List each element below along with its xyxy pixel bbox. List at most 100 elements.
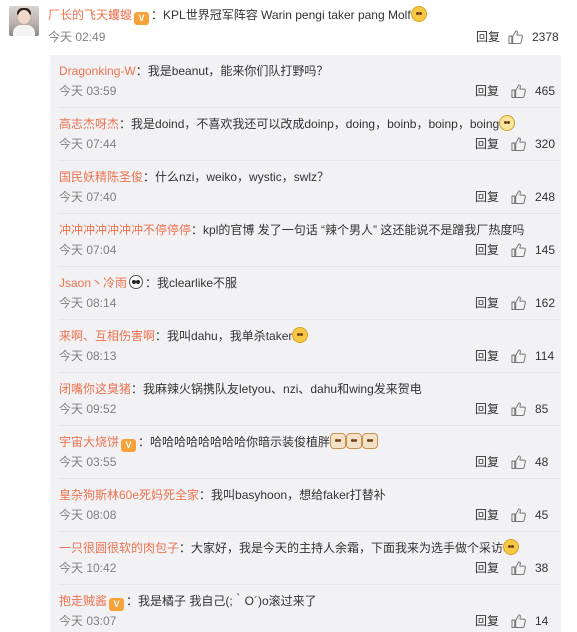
replies-panel: Dragonking-W：我是beanut，能来你们队打野吗？ 今天 03:59…: [50, 55, 561, 632]
reply-username[interactable]: 一只很圆很软的肉包子: [59, 541, 179, 555]
reply-button[interactable]: 回复: [475, 136, 499, 152]
reply-username[interactable]: 闭嘴你这臭猪: [59, 382, 131, 396]
reply-username[interactable]: 国民妖精陈圣俊: [59, 170, 143, 184]
avatar[interactable]: [9, 6, 39, 36]
reply-button[interactable]: 回复: [475, 560, 499, 576]
reply-item: 国民妖精陈圣俊：什么nzi，weiko，wystic，swlz？ 今天 07:4…: [50, 161, 561, 214]
thumbs-up-icon: [511, 190, 526, 204]
reply-button[interactable]: 回复: [475, 348, 499, 364]
reply-username[interactable]: 冲冲冲冲冲冲冲不停停停: [59, 223, 191, 237]
reply-time: 今天 07:44: [59, 137, 117, 151]
main-comment-like-button[interactable]: 2378: [508, 29, 559, 45]
main-comment-reply-button[interactable]: 回复: [476, 29, 500, 45]
like-button[interactable]: 465: [511, 83, 555, 99]
reply-text-line: 来啊、互相伤害啊：我叫dahu，我单杀taker: [59, 327, 309, 345]
like-button[interactable]: 248: [511, 189, 555, 205]
reply-text-line: Dragonking-W：我是beanut，能来你们队打野吗？: [59, 62, 328, 80]
like-count: 114: [535, 349, 555, 363]
reply-button[interactable]: 回复: [475, 242, 499, 258]
reply-username[interactable]: 抱走贼酱: [59, 594, 107, 608]
thumbs-up-icon: [511, 455, 526, 469]
like-count: 85: [535, 402, 549, 416]
smiley-emoji-icon: [410, 6, 427, 22]
cat-emoji-icon: [330, 433, 347, 449]
reply-text: ：我麻辣火锅携队友letyou、nzi、dahu和wing发来贺电: [131, 382, 422, 396]
reply-time: 今天 08:13: [59, 349, 117, 363]
reply-username[interactable]: Jsaon丶冷雨: [59, 276, 127, 290]
vip-badge-icon: V: [121, 439, 137, 452]
vip-badge-icon: V: [134, 12, 150, 25]
reply-username[interactable]: 来啊、互相伤害啊: [59, 329, 155, 343]
reply-button[interactable]: 回复: [475, 401, 499, 417]
vip-badge-icon: V: [109, 598, 125, 611]
like-button[interactable]: 320: [511, 136, 555, 152]
like-button[interactable]: 162: [511, 295, 555, 311]
main-comment-username[interactable]: 厂长的飞天蠼螋: [48, 8, 132, 22]
reply-text-line: 抱走贼酱 V ：我是橘子 我自己(;｀O´)o滚过来了: [59, 592, 317, 611]
bun-emoji-icon: [499, 115, 516, 131]
smiley-emoji-icon: [503, 539, 520, 555]
like-button[interactable]: 14: [511, 613, 548, 629]
reply-item: 抱走贼酱 V ：我是橘子 我自己(;｀O´)o滚过来了 今天 03:07 回复 14: [50, 585, 561, 632]
reply-item: 皇杂狗斯林60e死妈死全家：我叫basyhoon，想给faker打替补 今天 0…: [50, 479, 561, 532]
reply-username[interactable]: 宇宙大烧饼: [59, 435, 119, 449]
like-button[interactable]: 38: [511, 560, 548, 576]
reply-text: ：我是beanut，能来你们队打野吗？: [135, 64, 329, 78]
thumbs-up-icon: [511, 402, 526, 416]
main-comment: 厂长的飞天蠼螋 V ：KPL世界冠军阵容 Warin pengi taker pan…: [0, 0, 577, 52]
reply-time: 今天 09:52: [59, 402, 117, 416]
like-count: 145: [535, 243, 556, 257]
thumbs-up-icon: [511, 84, 526, 98]
reply-text: ：我叫basyhoon，想给faker打替补: [199, 488, 386, 502]
smiley-emoji-icon: [292, 327, 309, 343]
reply-button[interactable]: 回复: [475, 295, 499, 311]
reply-item: 冲冲冲冲冲冲冲不停停停：kpl的官博 发了一句话 “辣个男人” 这还能说不是蹭我…: [50, 214, 561, 267]
reply-text: ：我叫dahu，我单杀taker: [155, 329, 293, 343]
like-count: 320: [535, 137, 556, 151]
reply-time: 今天 03:55: [59, 455, 117, 469]
reply-item: 来啊、互相伤害啊：我叫dahu，我单杀taker 今天 08:13 回复 114: [50, 320, 561, 373]
reply-button[interactable]: 回复: [475, 454, 499, 470]
reply-item: 高志杰呀杰：我是doind，不喜欢我还可以改成doinp，doing，boinb…: [50, 108, 561, 161]
thumbs-up-icon: [511, 137, 526, 151]
thumbs-up-icon: [511, 349, 526, 363]
reply-text-line: 宇宙大烧饼 V ：哈哈哈哈哈哈哈哈你暗示装俊植胖: [59, 433, 379, 452]
reply-text: ：我是doind，不喜欢我还可以改成doinp，doing，boinb，boin…: [119, 117, 500, 131]
like-button[interactable]: 45: [511, 507, 548, 523]
like-count: 162: [535, 296, 556, 310]
reply-button[interactable]: 回复: [475, 613, 499, 629]
reply-time: 今天 08:14: [59, 296, 117, 310]
thumbs-up-icon: [511, 561, 526, 575]
like-button[interactable]: 48: [511, 454, 548, 470]
thumbs-up-icon: [511, 614, 526, 628]
reply-item: Dragonking-W：我是beanut，能来你们队打野吗？ 今天 03:59…: [50, 55, 561, 108]
reply-item: 宇宙大烧饼 V ：哈哈哈哈哈哈哈哈你暗示装俊植胖 今天 03:55 回复 48: [50, 426, 561, 479]
thumbs-up-icon: [511, 296, 526, 310]
reply-item: Jsaon丶冷雨 ：我clearlike不服 今天 08:14 回复 162: [50, 267, 561, 320]
reply-button[interactable]: 回复: [475, 83, 499, 99]
reply-text: ：大家好，我是今天的主持人余霜，下面我来为选手做个采访: [179, 541, 504, 555]
reply-time: 今天 08:08: [59, 508, 117, 522]
reply-text-line: Jsaon丶冷雨 ：我clearlike不服: [59, 274, 237, 292]
reply-text: ：我clearlike不服: [145, 276, 238, 290]
reply-username[interactable]: 高志杰呀杰: [59, 117, 119, 131]
reply-item: 一只很圆很软的肉包子：大家好，我是今天的主持人余霜，下面我来为选手做个采访 今天…: [50, 532, 561, 585]
main-comment-time: 今天 02:49: [48, 30, 106, 44]
like-button[interactable]: 85: [511, 401, 548, 417]
cat-emoji-icon: [346, 433, 363, 449]
reply-text: ：kpl的官博 发了一句话 “辣个男人” 这还能说不是蹭我厂热度吗: [191, 223, 525, 237]
main-comment-text-line: 厂长的飞天蠼螋 V ：KPL世界冠军阵容 Warin pengi taker pan…: [48, 6, 427, 25]
like-button[interactable]: 145: [511, 242, 555, 258]
like-button[interactable]: 114: [511, 348, 554, 364]
reply-text: ：哈哈哈哈哈哈哈哈你暗示装俊植胖: [138, 435, 331, 449]
reply-button[interactable]: 回复: [475, 189, 499, 205]
reply-text-line: 冲冲冲冲冲冲冲不停停停：kpl的官博 发了一句话 “辣个男人” 这还能说不是蹭我…: [59, 221, 524, 239]
reply-button[interactable]: 回复: [475, 507, 499, 523]
reply-username[interactable]: Dragonking-W: [59, 64, 136, 78]
reply-text: ：我是橘子 我自己(;｀O´)o滚过来了: [126, 594, 317, 608]
reply-text-line: 国民妖精陈圣俊：什么nzi，weiko，wystic，swlz？: [59, 168, 329, 186]
reply-username[interactable]: 皇杂狗斯林60e死妈死全家: [59, 488, 199, 502]
like-count: 2378: [532, 30, 559, 44]
reply-text-line: 闭嘴你这臭猪：我麻辣火锅携队友letyou、nzi、dahu和wing发来贺电: [59, 380, 422, 398]
like-count: 465: [535, 84, 556, 98]
